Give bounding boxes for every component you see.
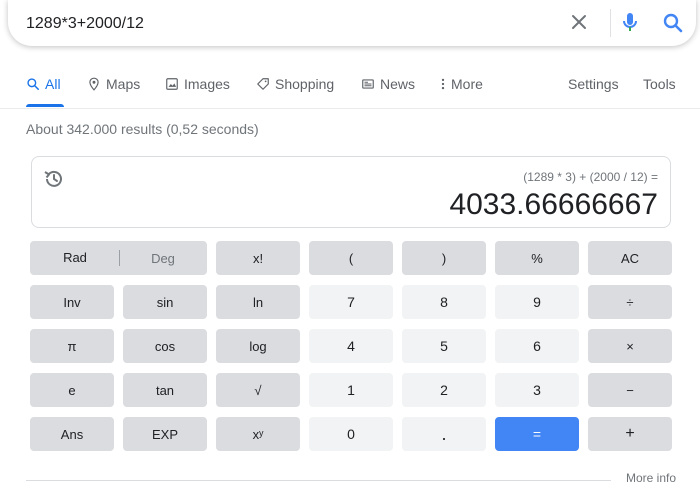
- pi-button[interactable]: π: [30, 329, 114, 363]
- open-paren-button[interactable]: (: [309, 241, 393, 275]
- factorial-button[interactable]: x!: [216, 241, 300, 275]
- search-icon: [27, 78, 40, 91]
- deg-button[interactable]: Deg: [120, 251, 206, 266]
- more-info-link[interactable]: More info: [626, 471, 676, 485]
- tan-button[interactable]: tan: [123, 373, 207, 407]
- ln-button[interactable]: ln: [216, 285, 300, 319]
- euler-button[interactable]: e: [30, 373, 114, 407]
- power-button[interactable]: xʸ: [216, 417, 300, 451]
- active-tab-indicator: [26, 104, 64, 107]
- multiply-button[interactable]: ×: [588, 329, 672, 363]
- tab-shopping[interactable]: Shopping: [256, 76, 334, 92]
- digit-3-button[interactable]: 3: [495, 373, 579, 407]
- tab-tools[interactable]: Tools: [643, 76, 676, 92]
- news-icon: [362, 79, 374, 89]
- tab-news[interactable]: News: [361, 76, 415, 92]
- digit-5-button[interactable]: 5: [402, 329, 486, 363]
- tab-more-label: More: [451, 76, 483, 92]
- percent-button[interactable]: %: [495, 241, 579, 275]
- tab-more[interactable]: More: [440, 76, 483, 92]
- result-stats: About 342.000 results (0,52 seconds): [26, 121, 259, 137]
- tab-images-label: Images: [184, 76, 230, 92]
- tab-images[interactable]: Images: [165, 76, 230, 92]
- images-icon: [166, 78, 178, 90]
- sqrt-button[interactable]: √: [216, 373, 300, 407]
- cos-button[interactable]: cos: [123, 329, 207, 363]
- exp-button[interactable]: EXP: [123, 417, 207, 451]
- divide-button[interactable]: ÷: [588, 285, 672, 319]
- decimal-button[interactable]: .: [402, 417, 486, 451]
- digit-8-button[interactable]: 8: [402, 285, 486, 319]
- digit-7-button[interactable]: 7: [309, 285, 393, 319]
- tab-shopping-label: Shopping: [275, 76, 335, 92]
- subtract-button[interactable]: −: [588, 373, 672, 407]
- tab-maps-label: Maps: [106, 76, 141, 92]
- history-icon[interactable]: [42, 167, 66, 191]
- divider: [26, 480, 611, 481]
- tab-maps[interactable]: Maps: [87, 76, 140, 92]
- close-paren-button[interactable]: ): [402, 241, 486, 275]
- calculator-result: 4033.66666667: [449, 188, 658, 221]
- tab-news-label: News: [380, 76, 416, 92]
- digit-6-button[interactable]: 6: [495, 329, 579, 363]
- digit-2-button[interactable]: 2: [402, 373, 486, 407]
- digit-4-button[interactable]: 4: [309, 329, 393, 363]
- tab-settings[interactable]: Settings: [568, 76, 619, 92]
- equals-button[interactable]: =: [495, 417, 579, 451]
- tab-all-label: All: [45, 76, 61, 92]
- more-dots-icon: [441, 78, 445, 90]
- maps-pin-icon: [89, 77, 99, 91]
- add-button[interactable]: +: [588, 417, 672, 451]
- digit-1-button[interactable]: 1: [309, 373, 393, 407]
- answer-button[interactable]: Ans: [30, 417, 114, 451]
- digit-9-button[interactable]: 9: [495, 285, 579, 319]
- digit-0-button[interactable]: 0: [309, 417, 393, 451]
- log-button[interactable]: log: [216, 329, 300, 363]
- inverse-button[interactable]: Inv: [30, 285, 114, 319]
- rad-button[interactable]: Rad: [31, 250, 120, 266]
- sin-button[interactable]: sin: [123, 285, 207, 319]
- search-tabs: All Maps Images Shopping News More Setti…: [0, 0, 700, 109]
- calculator-expression: (1289 * 3) + (2000 / 12) =: [523, 170, 658, 184]
- calculator-display: (1289 * 3) + (2000 / 12) = 4033.66666667: [31, 156, 671, 228]
- tab-all[interactable]: All: [26, 76, 61, 92]
- rad-deg-toggle[interactable]: Rad Deg: [30, 241, 207, 275]
- clear-all-button[interactable]: AC: [588, 241, 672, 275]
- shopping-tag-icon: [257, 78, 269, 90]
